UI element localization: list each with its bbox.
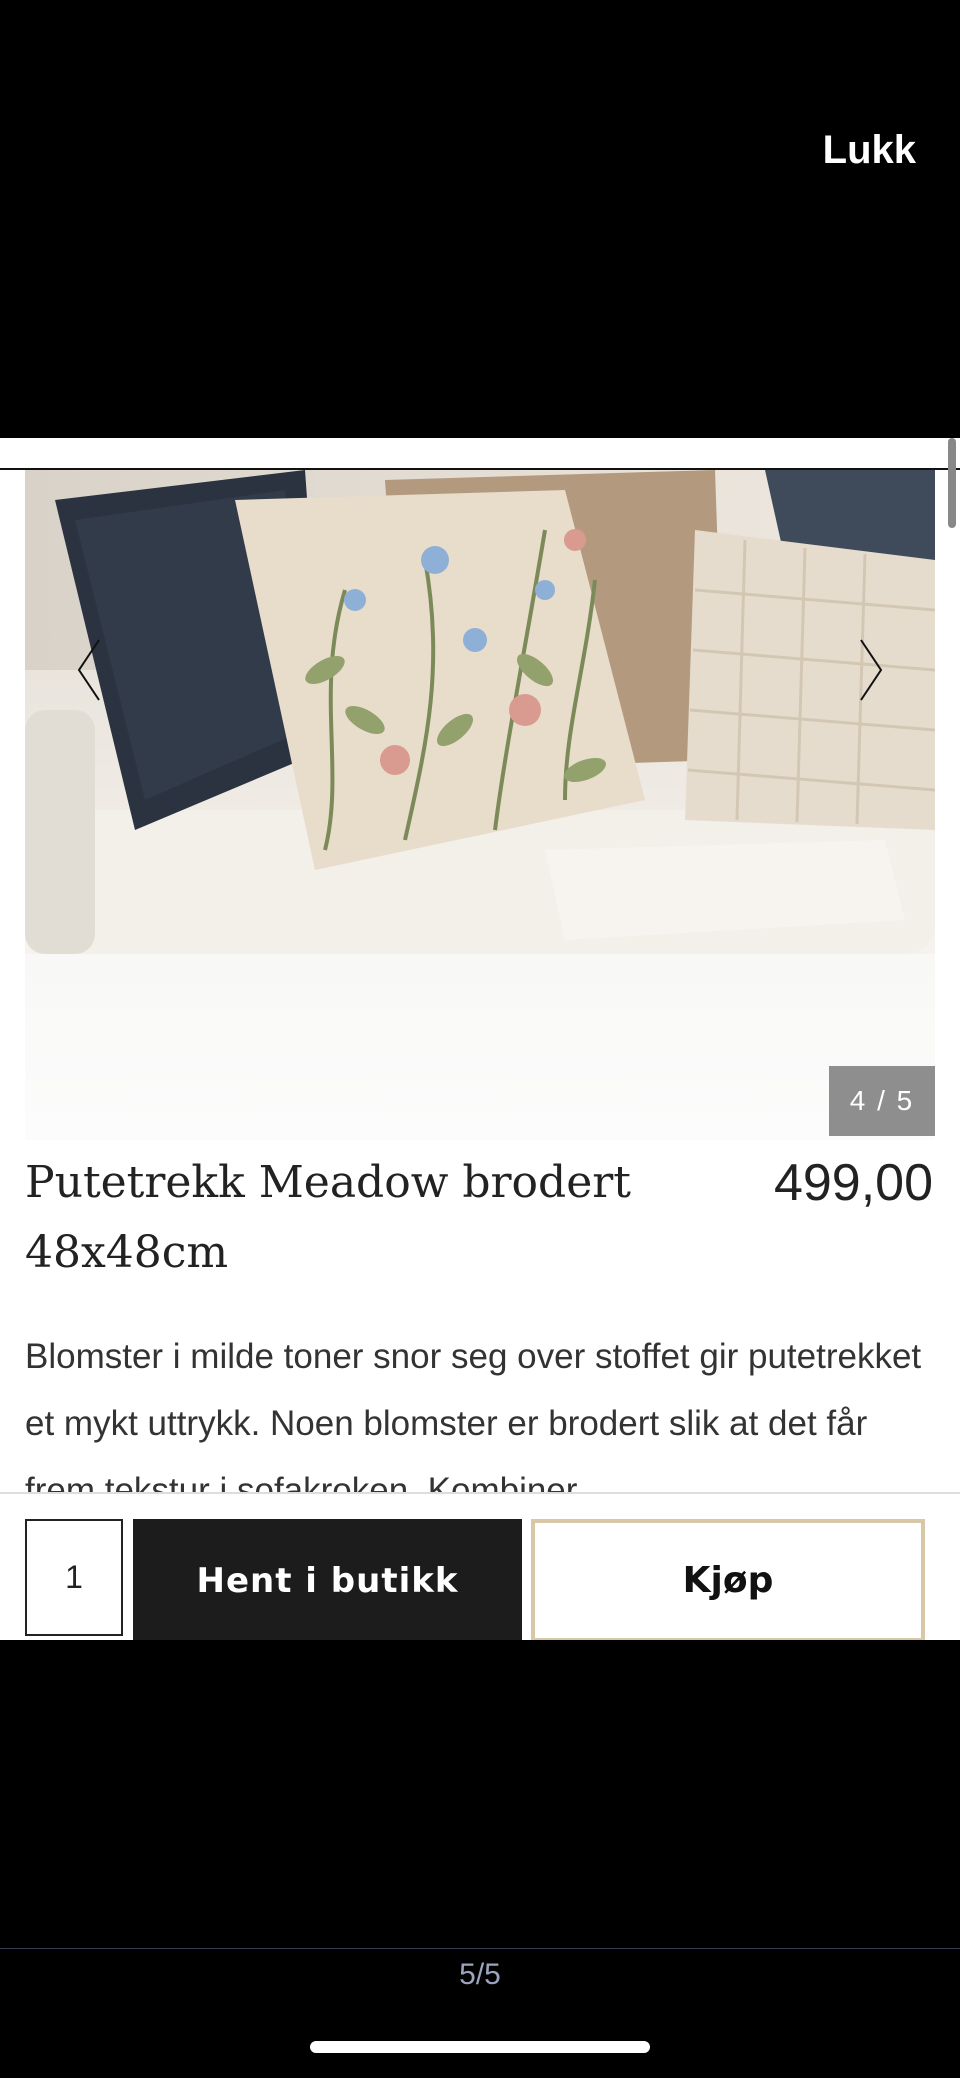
cushions-image — [25, 470, 935, 954]
product-price: 499,00 — [773, 1154, 933, 1212]
app-screen: Lukk 4 / 5 Putetrekk Meadow brodert 48x4… — [0, 0, 960, 2078]
scrollbar[interactable] — [948, 438, 956, 528]
product-sheet: 4 / 5 Putetrekk Meadow brodert 48x48cm 4… — [0, 438, 960, 1640]
product-photo — [25, 470, 935, 954]
pickup-in-store-button[interactable]: Hent i butikk — [133, 1519, 522, 1640]
close-button[interactable]: Lukk — [823, 128, 916, 173]
home-indicator[interactable] — [310, 2041, 650, 2053]
page-indicator: 5/5 — [459, 1958, 501, 1991]
gallery-background — [25, 954, 935, 1140]
image-gallery[interactable]: 4 / 5 — [25, 470, 935, 1140]
chevron-left-icon[interactable] — [69, 630, 109, 710]
product-title: Putetrekk Meadow brodert 48x48cm — [25, 1157, 631, 1278]
action-bar: 1 Hent i butikk Kjøp — [0, 1492, 960, 1640]
quantity-field[interactable]: 1 — [25, 1519, 123, 1636]
divider — [0, 1948, 960, 1949]
chevron-right-icon[interactable] — [851, 630, 891, 710]
image-counter: 4 / 5 — [829, 1066, 935, 1136]
buy-button[interactable]: Kjøp — [531, 1519, 925, 1640]
